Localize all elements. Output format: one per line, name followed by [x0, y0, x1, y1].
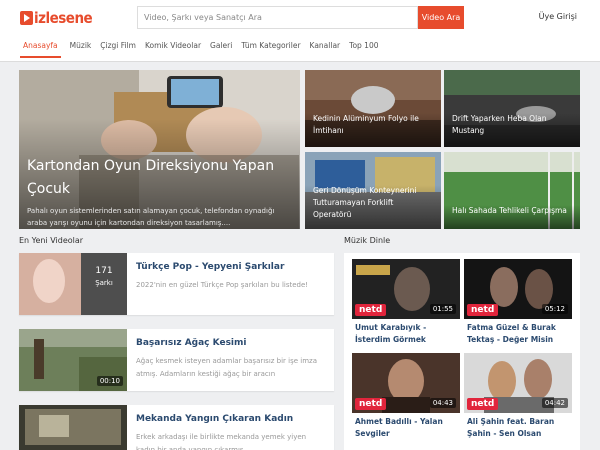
music-duration: 04:42 — [541, 398, 568, 408]
video-title[interactable]: Başarısız Ağaç Kesimi — [136, 338, 246, 348]
featured-title-4: Halı Sahada Tehlikeli Çarpışma — [452, 206, 567, 215]
video-description: Ağaç kesmek isteyen adamlar başarısız bi… — [136, 357, 318, 378]
music-title[interactable]: Ahmet Badıllı - Yalan Sevgiler — [355, 416, 461, 440]
featured-card-2[interactable]: Drift Yaparken Heba Olan Mustang — [444, 70, 580, 147]
featured-title-1: Kedinin Alüminyum Folyo ile İmtihanı — [313, 114, 419, 135]
hero-description: Pahalı oyun sistemlerinden satın alamaya… — [27, 207, 275, 227]
video-thumbnail — [19, 405, 127, 450]
music-panel: netd 01:55 Umut Karabıyık - İsterdim Gör… — [344, 253, 580, 450]
music-duration: 04:43 — [429, 398, 456, 408]
nav-item-anasayfa[interactable]: Anasayfa — [20, 36, 61, 58]
nav-item-muzik[interactable]: Müzik — [70, 36, 92, 58]
video-title[interactable]: Mekanda Yangın Çıkaran Kadın — [136, 414, 293, 424]
site-logo[interactable]: izlesene — [20, 9, 93, 27]
video-description: Erkek arkadaşı ile birlikte mekanda yeme… — [136, 433, 307, 450]
list-item[interactable]: 00:10 Başarısız Ağaç Kesimi Ağaç kesmek … — [19, 329, 334, 391]
music-heading: Müzik Dinle — [344, 236, 391, 245]
hero-video-card[interactable]: Kartondan Oyun Direksiyonu Yapan Çocuk P… — [19, 70, 300, 229]
video-title[interactable]: Türkçe Pop - Yepyeni Şarkılar — [136, 262, 284, 272]
music-title[interactable]: Ali Şahin feat. Baran Şahin - Sen Olsan — [467, 416, 573, 440]
featured-card-3[interactable]: Geri Dönüşüm Konteynerini Tutturamayan F… — [305, 152, 441, 229]
music-thumbnail: netd 01:55 — [352, 259, 460, 319]
music-title[interactable]: Umut Karabıyık - İsterdim Görmek — [355, 322, 461, 346]
music-thumbnail: netd 04:42 — [464, 353, 572, 413]
nav-item-tum-kategoriler[interactable]: Tüm Kategoriler — [241, 36, 300, 58]
music-duration: 05:12 — [541, 304, 568, 314]
play-icon — [20, 11, 33, 25]
list-item[interactable]: 171 Şarkı Türkçe Pop - Yepyeni Şarkılar … — [19, 253, 334, 315]
nav-item-top-100[interactable]: Top 100 — [349, 36, 378, 58]
video-thumbnail: 171 Şarkı — [19, 253, 127, 315]
site-header: izlesene Video Ara Üye Girişi Anasayfa M… — [0, 0, 600, 62]
music-thumbnail: netd 05:12 — [464, 259, 572, 319]
nav-item-kanallar[interactable]: Kanallar — [310, 36, 341, 58]
netd-badge: netd — [355, 398, 387, 410]
nav-item-galeri[interactable]: Galeri — [210, 36, 232, 58]
playlist-count: 171 — [95, 266, 113, 276]
latest-heading: En Yeni Videolar — [19, 236, 84, 245]
featured-card-4[interactable]: Halı Sahada Tehlikeli Çarpışma — [444, 152, 580, 229]
list-item[interactable]: Mekanda Yangın Çıkaran Kadın Erkek arkad… — [19, 405, 334, 450]
music-thumbnail: netd 04:43 — [352, 353, 460, 413]
search-input[interactable] — [137, 6, 418, 29]
featured-title-3: Geri Dönüşüm Konteynerini Tutturamayan F… — [313, 186, 417, 219]
login-link[interactable]: Üye Girişi — [539, 12, 577, 21]
hero-title: Kartondan Oyun Direksiyonu Yapan Çocuk — [27, 158, 275, 197]
nav-item-komik-videolar[interactable]: Komik Videolar — [145, 36, 201, 58]
featured-title-2: Drift Yaparken Heba Olan Mustang — [452, 114, 547, 135]
netd-badge: netd — [467, 304, 499, 316]
playlist-count-label: Şarkı — [95, 279, 113, 287]
main-nav: Anasayfa Müzik Çizgi Film Komik Videolar… — [20, 36, 388, 58]
playlist-count-overlay: 171 Şarkı — [81, 253, 127, 315]
video-description: 2022'nin en güzel Türkçe Pop şarkıları b… — [136, 281, 309, 289]
music-title[interactable]: Fatma Güzel & Burak Tektaş - Değer Misin — [467, 322, 573, 346]
nav-item-cizgi-film[interactable]: Çizgi Film — [100, 36, 136, 58]
netd-badge: netd — [467, 398, 499, 410]
video-thumbnail: 00:10 — [19, 329, 127, 391]
featured-card-1[interactable]: Kedinin Alüminyum Folyo ile İmtihanı — [305, 70, 441, 147]
netd-badge: netd — [355, 304, 387, 316]
search-button[interactable]: Video Ara — [418, 6, 464, 29]
logo-text: izlesene — [34, 9, 93, 27]
video-duration: 00:10 — [96, 376, 123, 386]
music-duration: 01:55 — [429, 304, 456, 314]
